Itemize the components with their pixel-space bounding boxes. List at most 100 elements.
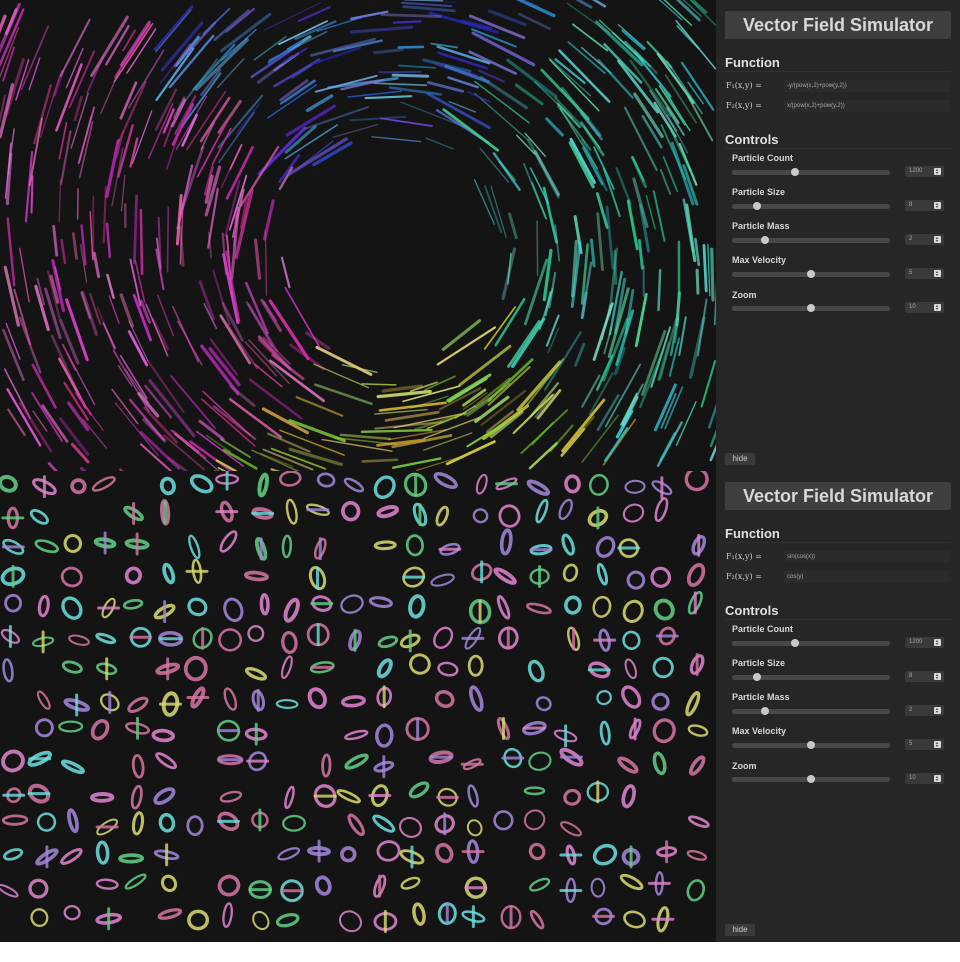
spinner-icon[interactable] [934,707,941,714]
spinner-icon[interactable] [934,168,941,175]
spinner-icon[interactable] [934,304,941,311]
divider [725,542,951,543]
spinner-icon[interactable] [934,741,941,748]
particle-streak [30,175,34,214]
particle-streak [426,81,465,93]
spinner-icon[interactable] [934,639,941,646]
particle-mass-input[interactable]: 2 [905,234,944,245]
f1-input[interactable]: -y/(pow(x,2)+pow(y,2)) [784,80,950,92]
slider-thumb[interactable] [753,202,762,210]
orbit-loop [275,698,299,710]
particle-count-slider[interactable] [732,168,890,176]
particle-streak [545,117,564,137]
max-velocity-slider[interactable] [732,741,890,749]
f1-label: F₁(x,y) = [726,81,762,90]
slider-thumb[interactable] [761,236,770,244]
orbit-loop [340,846,357,863]
particle-streak [339,433,392,441]
orbit-loop [376,505,399,519]
particle-streak [225,322,259,370]
spinner-icon[interactable] [934,270,941,277]
particle-streak [567,41,606,74]
particle-streak [597,58,634,99]
hide-button[interactable]: hide [725,924,755,936]
particle-mass-slider[interactable] [732,707,890,715]
orbit-loop [398,816,423,838]
orbit-loop [529,877,551,892]
particle-count-value: 1200 [909,639,923,645]
orbit-loop [275,913,300,928]
particle-size-slider[interactable] [732,673,890,681]
orbit-loop [433,472,458,489]
max-velocity-input[interactable]: 5 [905,739,944,750]
f1-input[interactable]: sin(cos(x)) [784,551,950,563]
particle-count-input[interactable]: 1200 [905,166,944,177]
particle-streak [542,186,558,244]
orbit-loop [592,595,612,618]
max-velocity-input[interactable]: 5 [905,268,944,279]
zoom-slider[interactable] [732,304,890,312]
particle-mass-slider[interactable] [732,236,890,244]
slider-thumb[interactable] [807,741,815,749]
particle-streak [596,394,620,431]
orbit-loop [127,696,149,714]
slider-thumb[interactable] [753,673,762,681]
orbit-loop [36,812,57,832]
hide-button[interactable]: hide [725,453,755,465]
orbit-loop [223,597,244,623]
orbit-loop [155,752,177,770]
orbit-loop [151,728,175,743]
orbit-loop [535,696,552,712]
particle-mass-input[interactable]: 2 [905,705,944,716]
slider-thumb[interactable] [791,639,800,647]
f2-input[interactable]: x/(pow(x,2)+pow(y,2)) [784,100,950,112]
slider-thumb[interactable] [761,707,770,715]
orbit-loop [277,847,301,861]
particle-size-input[interactable]: 8 [905,671,944,682]
particle-streak [58,179,62,223]
particle-size-input[interactable]: 8 [905,200,944,211]
orbit-loop [34,539,60,554]
particle-streak [60,238,67,265]
orbit-loop [686,879,706,902]
orbit-loop [162,562,176,585]
zoom-input[interactable]: 10 [905,302,944,313]
simulation-canvas[interactable] [0,0,716,471]
orbit-loop [652,751,667,776]
orbit-loop [621,685,642,709]
orbit-loop [218,628,243,652]
particle-streak [487,366,531,406]
orbit-loop [158,813,176,833]
particle-count-slider[interactable] [732,639,890,647]
orbit-loop [285,498,298,525]
particle-size-slider[interactable] [732,202,890,210]
particle-streak [675,401,697,447]
max-velocity-slider[interactable] [732,270,890,278]
particle-streak [179,145,205,216]
particle-streak [148,378,196,438]
orbit-loop [219,530,238,553]
slider-thumb[interactable] [807,304,815,312]
spinner-icon[interactable] [934,236,941,243]
spinner-icon[interactable] [934,775,941,782]
orbit-loop [63,904,81,921]
orbit-loop [400,876,421,890]
simulation-canvas[interactable] [0,471,716,942]
particle-streak [315,345,373,376]
zoom-input[interactable]: 10 [905,773,944,784]
orbit-loop [160,874,178,893]
f2-input[interactable]: cos(y) [784,571,950,583]
slider-thumb[interactable] [791,168,800,176]
slider-thumb[interactable] [807,270,815,278]
spinner-icon[interactable] [934,673,941,680]
particle-count-input[interactable]: 1200 [905,637,944,648]
orbit-loop [90,718,110,741]
spinner-icon[interactable] [934,202,941,209]
orbit-loop [183,655,208,682]
orbit-loop [564,474,581,494]
slider-thumb[interactable] [807,775,815,783]
particle-streak [392,20,422,24]
control-panel: Vector Field Simulator Function F₁(x,y) … [716,0,960,471]
orbit-loop [373,540,397,551]
zoom-slider[interactable] [732,775,890,783]
